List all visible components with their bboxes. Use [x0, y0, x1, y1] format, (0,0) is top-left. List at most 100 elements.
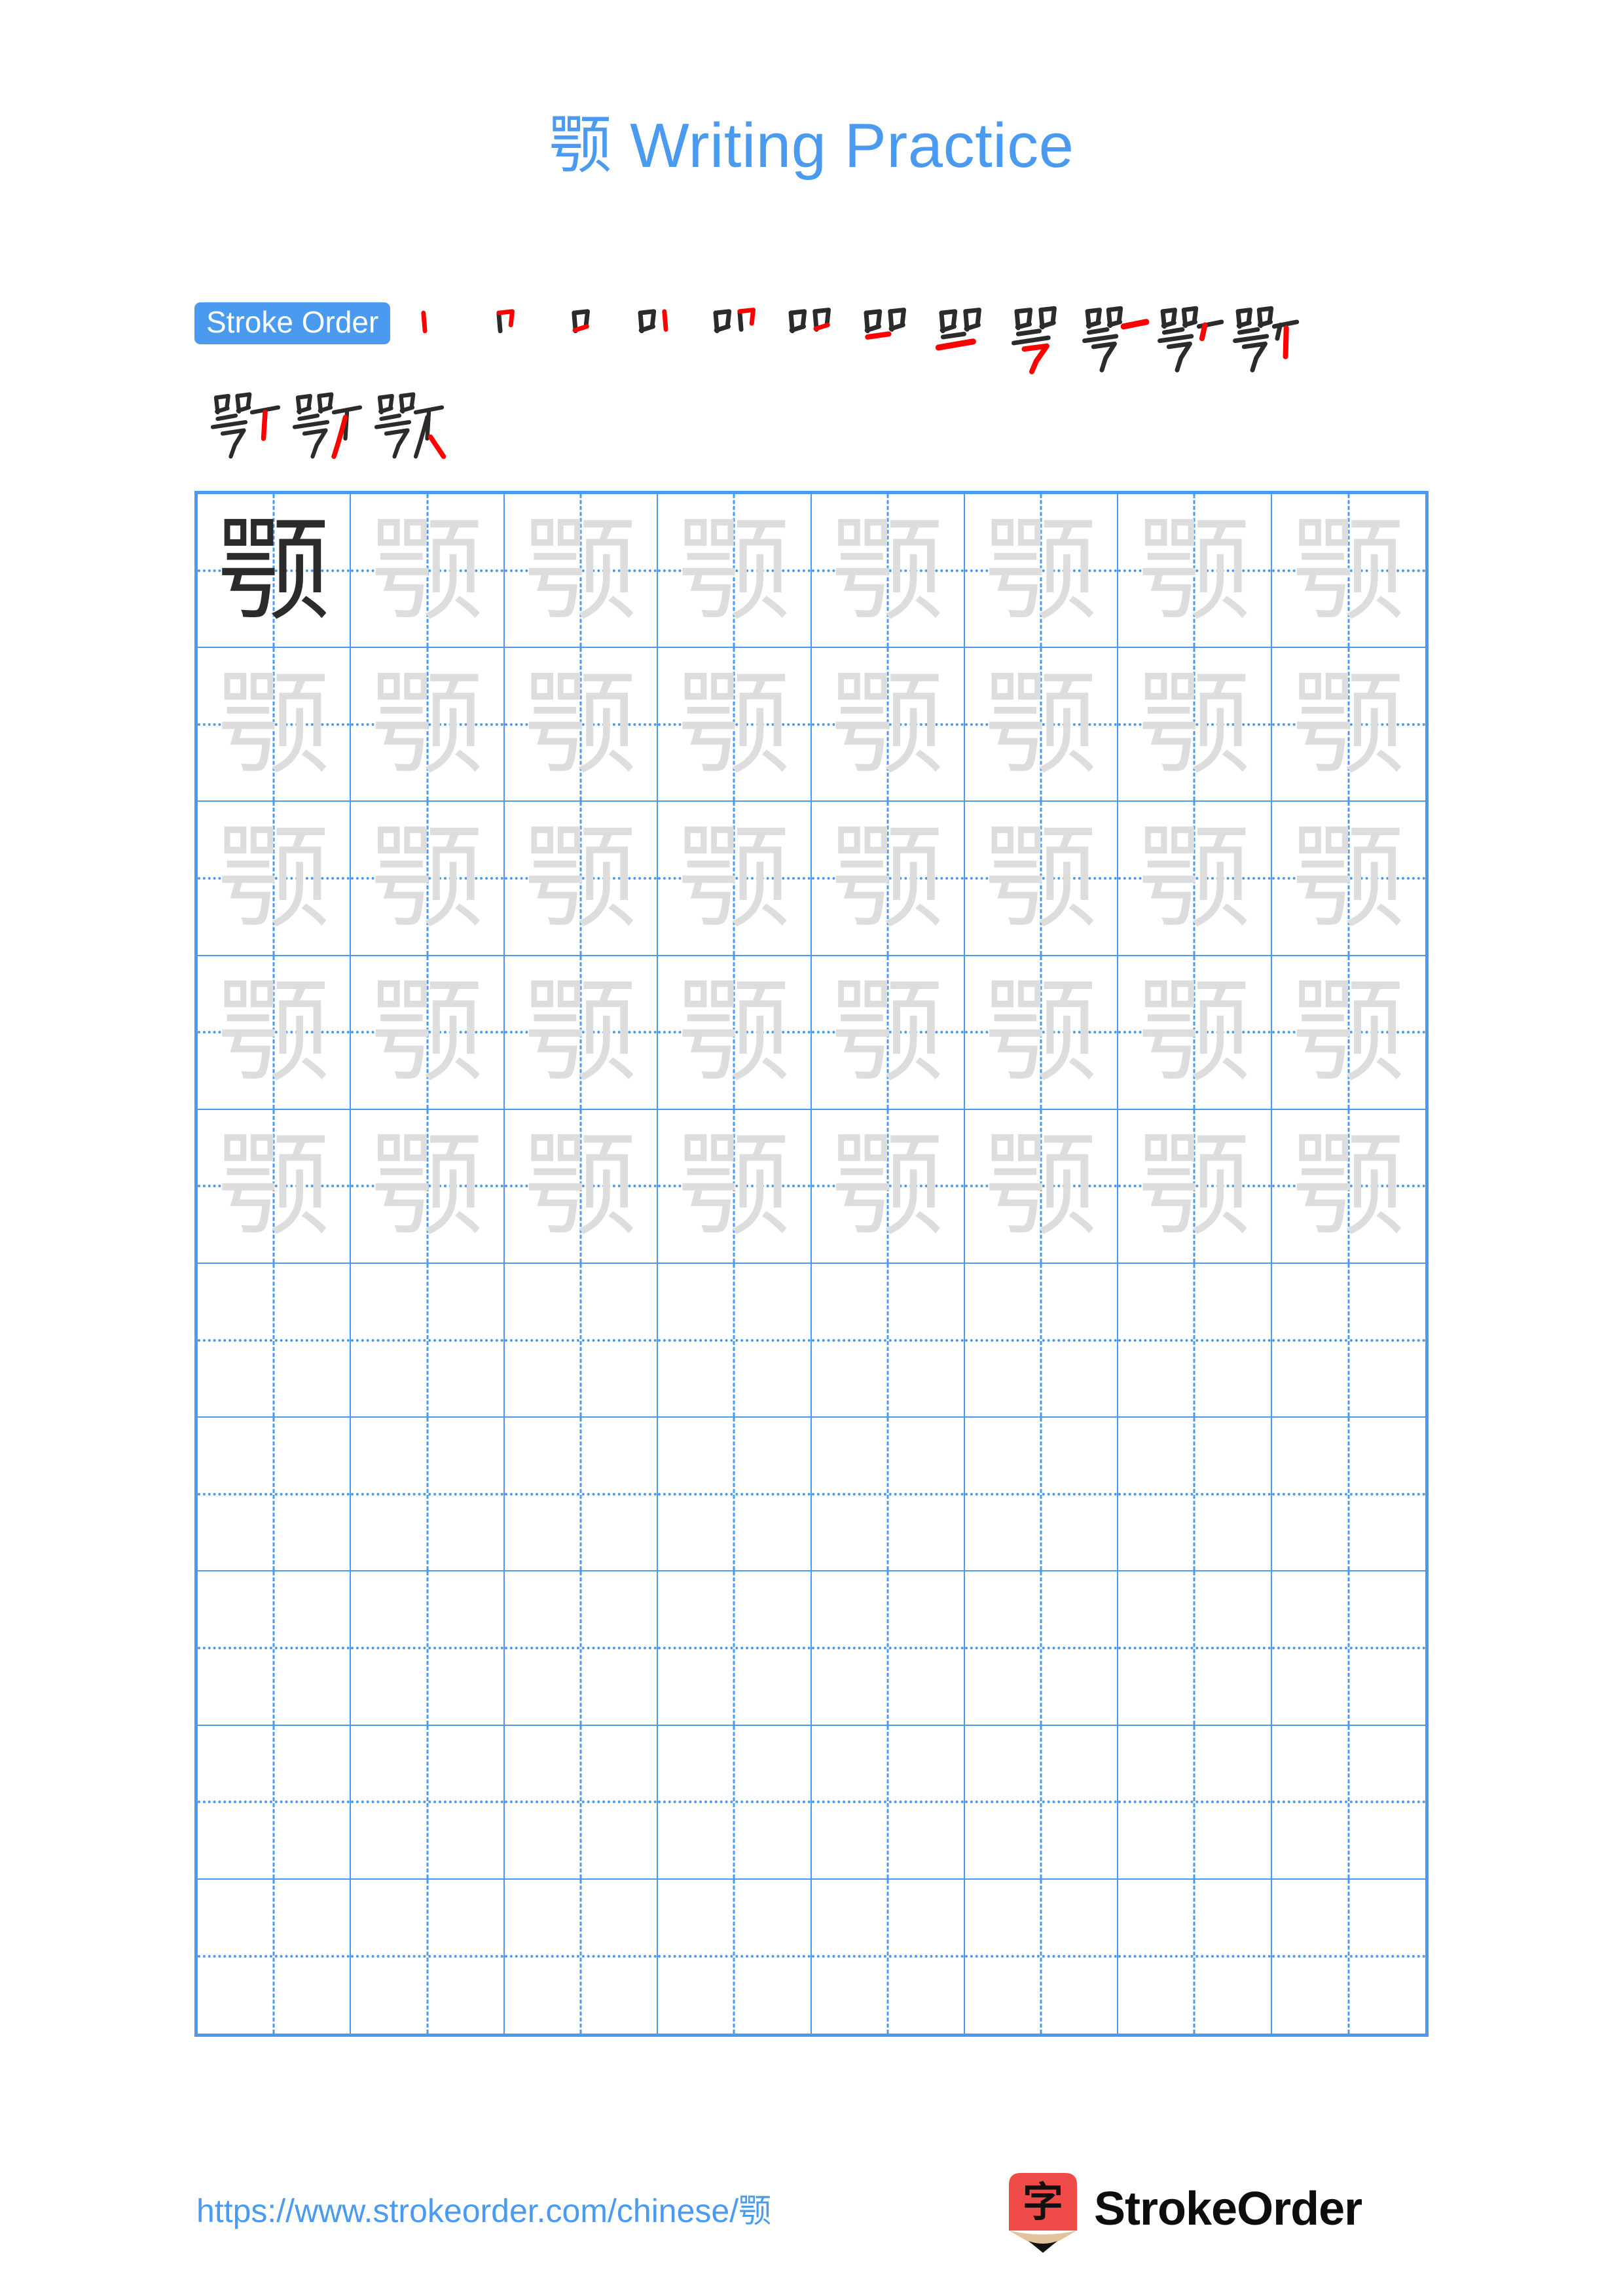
practice-cell-r4-c6[interactable]: 颚: [964, 956, 1119, 1110]
practice-cell-r1-c2[interactable]: 颚: [351, 494, 505, 649]
practice-cell-r6-c8[interactable]: [1271, 1264, 1425, 1418]
practice-cell-r7-c1[interactable]: [198, 1418, 352, 1572]
practice-cell-r1-c4[interactable]: 颚: [658, 494, 812, 649]
practice-cell-r7-c6[interactable]: [964, 1418, 1119, 1572]
stroke-step-4: [625, 302, 701, 378]
practice-cell-r9-c5[interactable]: [811, 1725, 965, 1880]
practice-cell-r4-c5[interactable]: 颚: [811, 956, 965, 1110]
practice-cell-r6-c2[interactable]: [351, 1263, 505, 1418]
practice-cell-r10-c4[interactable]: [658, 1879, 812, 2034]
practice-cell-r7-c4[interactable]: [658, 1418, 812, 1572]
practice-cell-r6-c6[interactable]: [964, 1263, 1119, 1418]
practice-cell-r5-c5[interactable]: 颚: [811, 1109, 965, 1264]
practice-cell-r3-c4[interactable]: 颚: [658, 802, 812, 956]
practice-cell-r10-c6[interactable]: [965, 1879, 1119, 2034]
practice-cell-r1-c1[interactable]: 颚: [198, 494, 352, 649]
practice-cell-r3-c6[interactable]: 颚: [964, 802, 1119, 956]
practice-cell-r6-c4[interactable]: [658, 1263, 812, 1418]
practice-cell-r4-c2[interactable]: 颚: [351, 956, 505, 1110]
practice-cell-r5-c7[interactable]: 颚: [1118, 1109, 1272, 1264]
trace-character: 颚: [985, 966, 1098, 1098]
practice-cell-r9-c4[interactable]: [658, 1725, 812, 1880]
practice-cell-r8-c8[interactable]: [1271, 1571, 1425, 1726]
trace-character: 颚: [371, 658, 484, 790]
model-character: 颚: [217, 504, 331, 636]
practice-cell-r8-c5[interactable]: [811, 1571, 965, 1726]
practice-cell-r2-c7[interactable]: 颚: [1118, 648, 1272, 802]
trace-character: 颚: [831, 1120, 944, 1252]
practice-cell-r8-c6[interactable]: [964, 1571, 1119, 1726]
trace-character: 颚: [831, 504, 944, 636]
stroke-order-row-2: [206, 383, 1438, 465]
practice-cell-r2-c5[interactable]: 颚: [811, 648, 965, 802]
footer-url-link[interactable]: https://www.strokeorder.com/chinese/颚: [196, 2185, 771, 2232]
stroke-step-3: [550, 302, 625, 378]
practice-cell-r2-c6[interactable]: 颚: [964, 648, 1119, 802]
practice-cell-r5-c2[interactable]: 颚: [351, 1109, 505, 1264]
practice-cell-r2-c2[interactable]: 颚: [351, 648, 505, 802]
practice-cell-r1-c3[interactable]: 颚: [504, 494, 659, 649]
stroke-step-9: [1002, 302, 1077, 378]
practice-cell-r9-c3[interactable]: [504, 1725, 659, 1880]
practice-cell-r4-c1[interactable]: 颚: [198, 956, 352, 1110]
practice-cell-r1-c7[interactable]: 颚: [1118, 494, 1272, 649]
practice-cell-r10-c1[interactable]: [198, 1879, 352, 2034]
trace-character: 颚: [1138, 504, 1251, 636]
trace-character: 颚: [371, 1120, 484, 1252]
practice-cell-r10-c8[interactable]: [1272, 1880, 1425, 2034]
logo-character-text: 字: [1023, 2178, 1063, 2226]
trace-character: 颚: [985, 658, 1098, 790]
practice-cell-r3-c2[interactable]: 颚: [351, 802, 505, 956]
practice-cell-r9-c1[interactable]: [198, 1725, 352, 1880]
practice-cell-r5-c8[interactable]: 颚: [1271, 1110, 1425, 1264]
practice-cell-r5-c3[interactable]: 颚: [504, 1109, 659, 1264]
practice-cell-r5-c6[interactable]: 颚: [964, 1109, 1119, 1264]
practice-cell-r2-c3[interactable]: 颚: [504, 648, 659, 802]
practice-cell-r4-c8[interactable]: 颚: [1271, 956, 1425, 1110]
practice-cell-r7-c8[interactable]: [1271, 1418, 1425, 1572]
practice-cell-r6-c3[interactable]: [504, 1263, 659, 1418]
practice-cell-r9-c7[interactable]: [1118, 1725, 1272, 1880]
practice-cell-r8-c3[interactable]: [504, 1571, 659, 1726]
trace-character: 颚: [985, 1120, 1098, 1252]
practice-cell-r7-c3[interactable]: [504, 1418, 659, 1572]
practice-cell-r6-c5[interactable]: [811, 1263, 965, 1418]
stroke-step-8: [926, 302, 1002, 378]
practice-cell-r10-c5[interactable]: [812, 1879, 965, 2034]
practice-cell-r7-c5[interactable]: [811, 1418, 965, 1572]
page-title: 颚 Writing Practice: [549, 111, 1074, 181]
practice-cell-r8-c4[interactable]: [658, 1571, 812, 1726]
stroke-step-2: [475, 302, 550, 378]
brand-logo-group[interactable]: 字 StrokeOrder: [1005, 2170, 1362, 2254]
practice-cell-r9-c6[interactable]: [964, 1725, 1119, 1880]
practice-cell-r5-c4[interactable]: 颚: [658, 1109, 812, 1264]
practice-cell-r8-c1[interactable]: [198, 1571, 352, 1726]
practice-cell-r8-c7[interactable]: [1118, 1571, 1272, 1726]
practice-cell-r3-c8[interactable]: 颚: [1271, 802, 1425, 956]
practice-cell-r2-c8[interactable]: 颚: [1271, 648, 1425, 802]
practice-cell-r4-c4[interactable]: 颚: [658, 956, 812, 1110]
practice-cell-r1-c8[interactable]: 颚: [1271, 494, 1425, 649]
practice-cell-r2-c1[interactable]: 颚: [198, 648, 352, 802]
practice-cell-r2-c4[interactable]: 颚: [658, 648, 812, 802]
practice-cell-r9-c2[interactable]: [351, 1725, 505, 1880]
practice-cell-r3-c1[interactable]: 颚: [198, 802, 352, 956]
practice-cell-r9-c8[interactable]: [1271, 1726, 1425, 1880]
practice-cell-r6-c1[interactable]: [198, 1263, 352, 1418]
practice-cell-r8-c2[interactable]: [351, 1571, 505, 1726]
practice-cell-r3-c3[interactable]: 颚: [504, 802, 659, 956]
practice-cell-r1-c5[interactable]: 颚: [811, 494, 965, 649]
practice-cell-r6-c7[interactable]: [1118, 1263, 1272, 1418]
practice-cell-r7-c7[interactable]: [1118, 1418, 1272, 1572]
practice-cell-r10-c2[interactable]: [351, 1879, 505, 2034]
practice-cell-r10-c3[interactable]: [505, 1879, 659, 2034]
practice-cell-r4-c3[interactable]: 颚: [504, 956, 659, 1110]
practice-cell-r3-c7[interactable]: 颚: [1118, 802, 1272, 956]
practice-cell-r1-c6[interactable]: 颚: [964, 494, 1119, 649]
practice-cell-r10-c7[interactable]: [1118, 1879, 1272, 2034]
stroke-step-13: [206, 383, 288, 465]
practice-cell-r3-c5[interactable]: 颚: [811, 802, 965, 956]
practice-cell-r5-c1[interactable]: 颚: [198, 1109, 352, 1264]
practice-cell-r4-c7[interactable]: 颚: [1118, 956, 1272, 1110]
practice-cell-r7-c2[interactable]: [351, 1418, 505, 1572]
